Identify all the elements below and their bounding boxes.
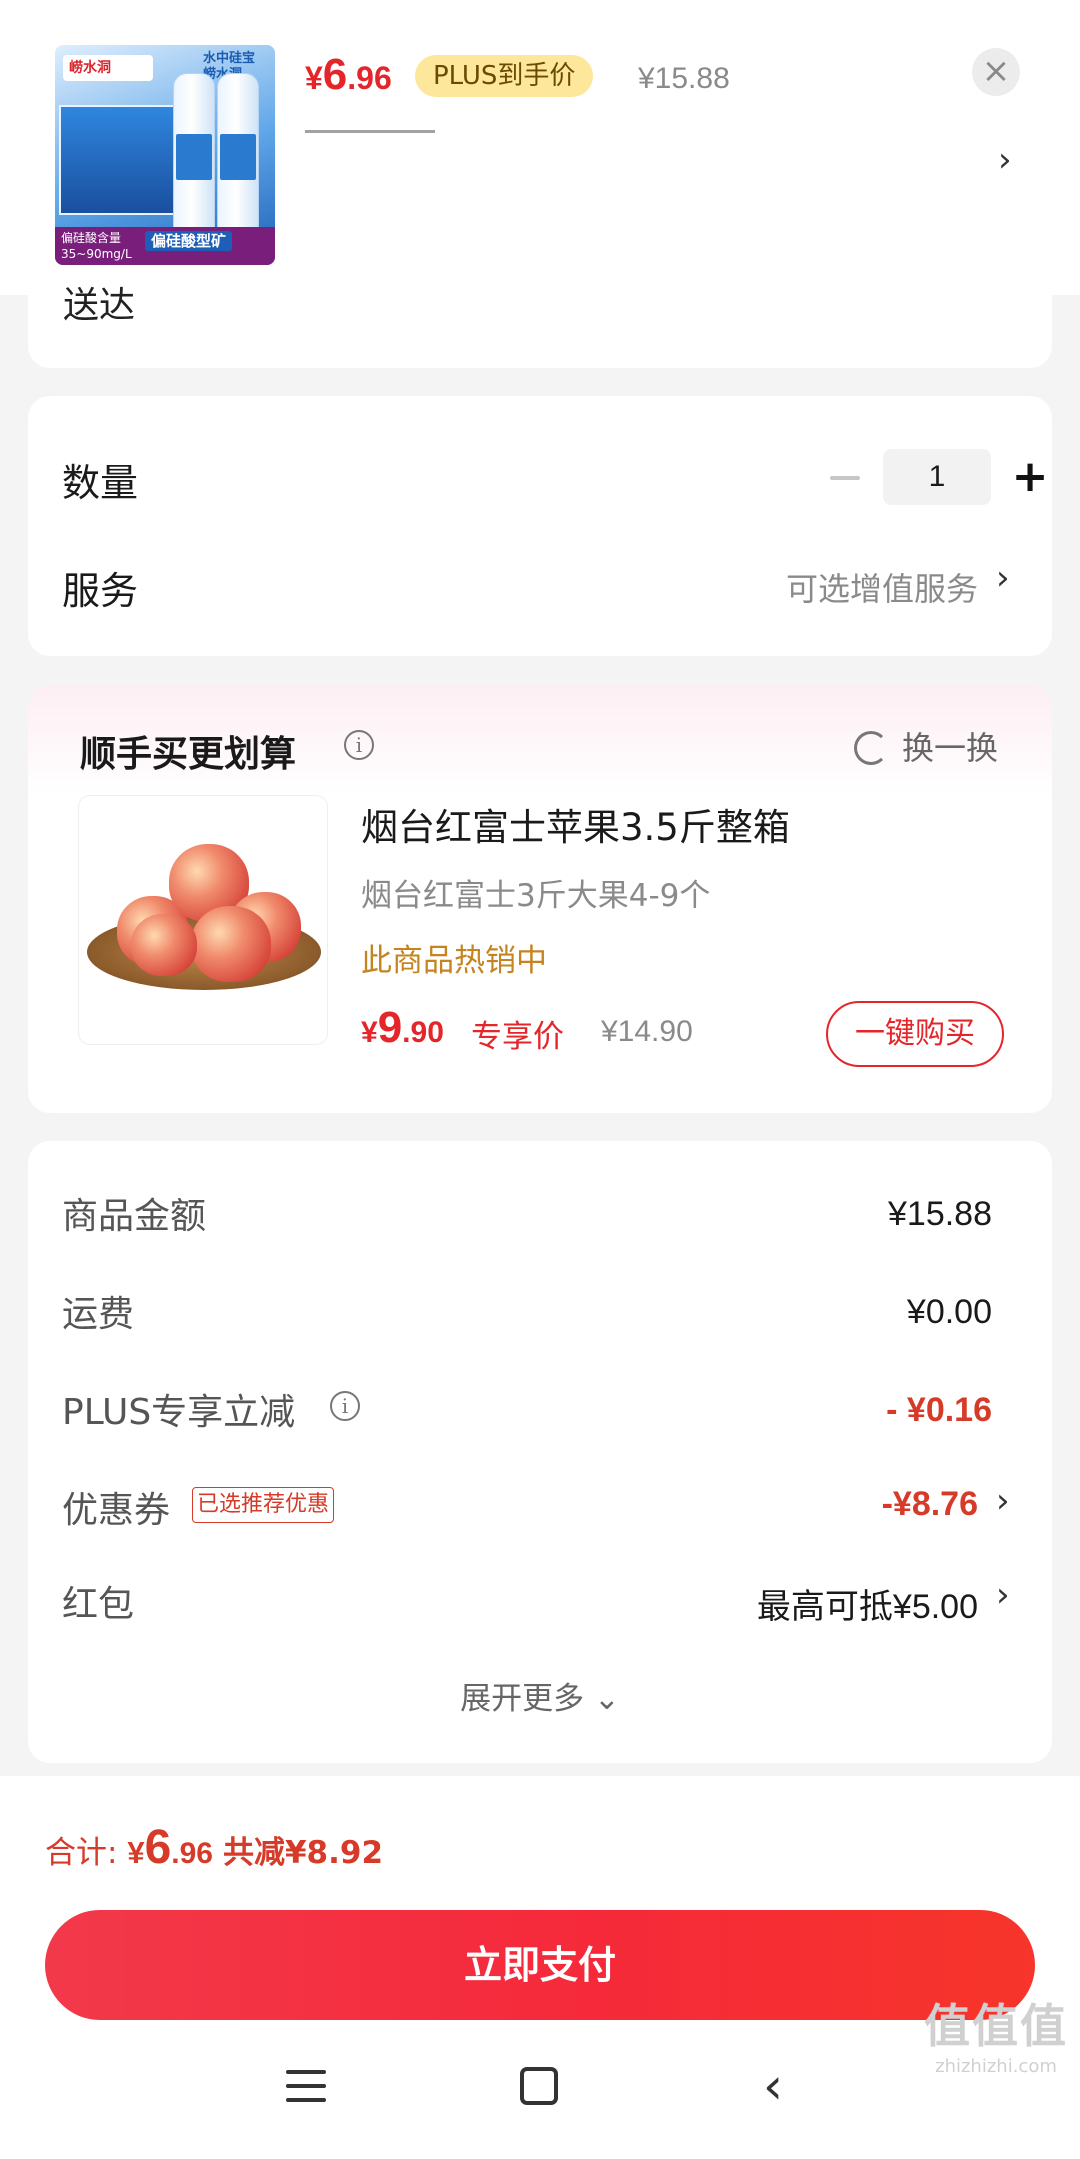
thumbnail-strip-tag: 偏硅酸型矿 bbox=[145, 231, 233, 251]
recommend-product-price: ¥9.90 bbox=[361, 1003, 444, 1053]
delivery-text: 送达 bbox=[63, 285, 136, 326]
product-thumbnail[interactable]: 崂水洞 水中硅宝 崂水洞 偏硅酸含量 35~90mg/L 偏硅酸型矿 bbox=[55, 45, 275, 265]
total-label: 合计: bbox=[45, 1835, 128, 1871]
bottom-bar: 合计: ¥6.96 共减¥8.92 立即支付 ‹ bbox=[0, 1776, 1080, 2159]
plus-price-badge: PLUS到手价 bbox=[415, 55, 594, 97]
thumbnail-strip-text: 偏硅酸含量 35~90mg/L bbox=[61, 231, 132, 261]
watermark: 值值值 zhizhizhi.com bbox=[924, 1990, 1068, 2077]
price-currency: ¥ bbox=[305, 60, 323, 96]
total-currency: ¥ bbox=[127, 1835, 145, 1870]
shipping-value: ¥0.00 bbox=[906, 1293, 992, 1331]
service-label: 服务 bbox=[62, 569, 139, 613]
red-packet-value[interactable]: 最高可抵¥5.00 bbox=[757, 1579, 978, 1628]
coupon-recommended-tag: 已选推荐优惠 bbox=[192, 1487, 335, 1523]
chevron-right-icon[interactable]: › bbox=[996, 1575, 1010, 1615]
info-icon[interactable]: i bbox=[330, 1391, 360, 1421]
thumbnail-brand: 崂水洞 bbox=[63, 55, 153, 81]
total-amount: 合计: ¥6.96 共减¥8.92 bbox=[45, 1820, 383, 1875]
recommend-product-subtitle: 烟台红富士3斤大果4-9个 bbox=[361, 878, 711, 914]
close-icon: × bbox=[981, 51, 1011, 91]
plus-discount-label: PLUS专享立减 bbox=[62, 1392, 296, 1433]
total-reduce: 共减¥8.92 bbox=[222, 1835, 384, 1871]
quantity-service-card: 数量 1 + 服务 可选增值服务 › bbox=[28, 396, 1052, 656]
apple-shape bbox=[131, 914, 197, 976]
thumbnail-bottle bbox=[173, 73, 215, 233]
info-icon[interactable]: i bbox=[344, 730, 374, 760]
quantity-decrease-button[interactable] bbox=[830, 476, 860, 480]
recommend-original-price: ¥14.90 bbox=[601, 1015, 693, 1048]
watermark-logo: 值值值 bbox=[924, 1999, 1068, 2053]
quantity-label: 数量 bbox=[62, 461, 139, 505]
one-click-buy-button[interactable]: 一键购买 bbox=[826, 1001, 1004, 1067]
close-button[interactable]: × bbox=[972, 48, 1020, 96]
quantity-input[interactable]: 1 bbox=[883, 449, 991, 505]
price-integer: 9 bbox=[377, 1003, 403, 1052]
apple-product-image[interactable] bbox=[78, 795, 328, 1045]
recommend-card: 顺手买更划算 i 换一换 烟台红富士苹果3.5斤整箱 烟台红富士3斤大果4-9个… bbox=[28, 685, 1052, 1113]
total-decimal: .96 bbox=[171, 1837, 213, 1870]
goods-amount-value: ¥15.88 bbox=[888, 1195, 992, 1233]
expand-more-button[interactable]: 展开更多 ⌄ bbox=[28, 1673, 1052, 1718]
home-icon[interactable] bbox=[499, 2046, 579, 2126]
quantity-increase-button[interactable]: + bbox=[1010, 449, 1050, 505]
refresh-icon bbox=[854, 731, 888, 765]
apple-shape bbox=[191, 906, 271, 982]
red-packet-label: 红包 bbox=[62, 1584, 135, 1625]
swap-label: 换一换 bbox=[902, 729, 999, 767]
recommend-title: 顺手买更划算 bbox=[80, 734, 297, 775]
chevron-right-icon[interactable]: › bbox=[998, 140, 1012, 180]
product-header: 崂水洞 水中硅宝 崂水洞 偏硅酸含量 35~90mg/L 偏硅酸型矿 ¥6.96… bbox=[0, 0, 1080, 295]
price-integer: 6 bbox=[322, 50, 348, 99]
original-price: ¥15.88 bbox=[638, 62, 730, 95]
chevron-right-icon[interactable]: › bbox=[996, 558, 1010, 598]
watermark-url: zhizhizhi.com bbox=[935, 2056, 1057, 2077]
chevron-right-icon[interactable]: › bbox=[996, 1481, 1010, 1521]
service-value[interactable]: 可选增值服务 bbox=[786, 564, 978, 610]
delivery-card: 送达 bbox=[28, 285, 1052, 368]
total-integer: 6 bbox=[144, 1821, 172, 1874]
swap-button[interactable]: 换一换 bbox=[854, 723, 998, 769]
product-spec-partial bbox=[305, 130, 435, 144]
thumbnail-bottle bbox=[217, 73, 259, 233]
back-icon[interactable]: ‹ bbox=[733, 2046, 813, 2126]
price-decimal: .90 bbox=[402, 1016, 444, 1049]
exclusive-price-label: 专享价 bbox=[471, 1019, 564, 1055]
price-currency: ¥ bbox=[361, 1016, 378, 1049]
pay-now-button[interactable]: 立即支付 bbox=[45, 1910, 1035, 2020]
goods-amount-label: 商品金额 bbox=[62, 1196, 207, 1237]
final-price: ¥6.96 bbox=[305, 50, 392, 100]
order-summary-card: 商品金额 ¥15.88 运费 ¥0.00 PLUS专享立减 i - ¥0.16 … bbox=[28, 1141, 1052, 1763]
thumbnail-strip: 偏硅酸含量 35~90mg/L 偏硅酸型矿 bbox=[55, 227, 275, 265]
menu-icon[interactable] bbox=[266, 2046, 346, 2126]
shipping-label: 运费 bbox=[62, 1294, 135, 1335]
thumbnail-box bbox=[59, 105, 177, 215]
recommend-product-hot: 此商品热销中 bbox=[361, 943, 547, 979]
recommend-product-title[interactable]: 烟台红富士苹果3.5斤整箱 bbox=[361, 797, 790, 851]
price-decimal: .96 bbox=[347, 60, 392, 96]
coupon-label: 优惠券 bbox=[62, 1490, 171, 1531]
plus-discount-value: - ¥0.16 bbox=[886, 1391, 992, 1429]
coupon-value[interactable]: -¥8.76 bbox=[882, 1485, 978, 1524]
